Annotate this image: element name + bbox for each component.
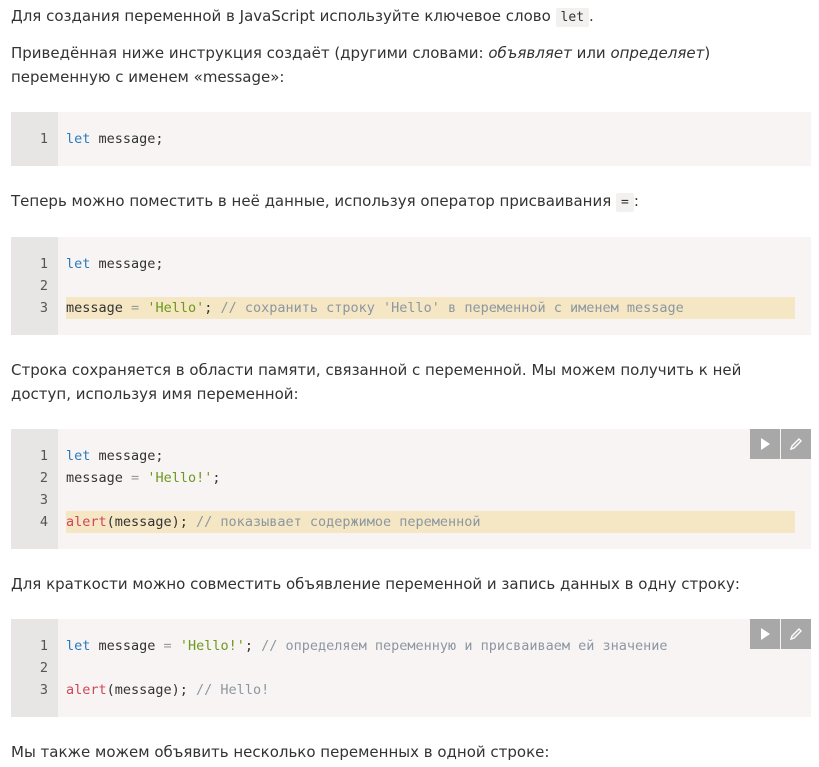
line-number: 2 [39,278,48,294]
inline-code-let: let [555,8,590,27]
code-source: let message = 'Hello!'; // определяем пе… [66,635,795,657]
paragraph-text: Для создания переменной в JavaScript исп… [11,7,551,25]
paragraph-text: Теперь можно поместить в неё данные, исп… [11,192,612,210]
code-source: message = 'Hello!'; [66,467,795,489]
code-token: message; [90,131,164,147]
code-token: alert [66,682,107,698]
line-number: 3 [39,492,48,508]
code-token: = [131,300,140,316]
code-block: 1 let message; 2 3 message = 'Hello'; // со… [11,237,811,335]
code-line: 2 [11,275,795,297]
code-line: 4 alert(message); // показывает содержимо… [11,511,795,533]
code-token: 'Hello!' [179,638,245,654]
code-line: 1 let message; [11,445,795,467]
paragraph-assignment: Теперь можно поместить в неё данные, исп… [11,189,801,215]
code-token: let [66,131,91,147]
paragraph-text: Строка сохраняется в области памяти, свя… [11,361,742,403]
code-token: let [66,638,91,654]
code-line: 3 alert(message); // Hello! [11,679,795,701]
code-block: 1 let message = 'Hello!'; // определяем п… [11,619,811,717]
paragraph-text: или [571,44,611,62]
code-token: ; [244,638,262,654]
code-block: 1 let message; 2 message = 'Hello!'; 3 4 aler… [11,429,811,549]
code-token: message [90,638,164,654]
code-token: message [66,300,132,316]
paragraph-memory: Строка сохраняется в области памяти, свя… [11,358,801,406]
code-token: (message); [106,514,197,530]
paragraph-declaration: Приведённая ниже инструкция создаёт (дру… [11,41,801,89]
code-token: ; [212,470,221,486]
code-line: 2 [11,657,795,679]
paragraph-intro: Для создания переменной в JavaScript исп… [11,4,801,30]
line-number: 3 [39,682,48,698]
paragraph-end: : [633,192,639,210]
code-token: // определяем переменную и присваиваем е… [261,638,668,654]
code-source [66,657,795,679]
code-line: 1 let message; [11,128,795,150]
code-token: let [66,448,91,464]
code-token: message [66,470,132,486]
code-token: // показывает содержимое переменной [196,514,481,530]
code-source: alert(message); // Hello! [66,679,795,701]
line-number: 4 [39,514,48,530]
code-line: 1 let message; [11,253,795,275]
paragraph-multiple: Мы также можем объявить несколько переме… [11,740,801,764]
emphasis-term: определяет [610,44,705,62]
code-source: message = 'Hello'; // сохранить строку '… [66,297,795,319]
line-number: 1 [39,448,48,464]
inline-code-assign: = [616,193,634,212]
code-token: ; [204,300,221,316]
paragraph-combined: Для краткости можно совместить объявлени… [11,572,801,596]
code-line: 3 message = 'Hello'; // сохранить строку … [11,297,795,319]
code-token: let [66,256,91,272]
paragraph-text: Мы также можем объявить несколько переме… [11,743,550,761]
code-token: 'Hello' [147,300,205,316]
code-source [66,275,795,297]
paragraph-text: Для краткости можно совместить объявлени… [11,575,740,593]
code-block: 1 let message; [11,112,811,166]
code-source: let message; [66,445,795,467]
code-source: let message; [66,128,795,150]
line-number: 2 [39,470,48,486]
code-token: message; [90,448,164,464]
code-line: 2 message = 'Hello!'; [11,467,795,489]
line-number: 2 [39,660,48,676]
code-line: 3 [11,489,795,511]
paragraph-text: Приведённая ниже инструкция создаёт (дру… [11,44,489,62]
line-number: 1 [39,638,48,654]
code-line: 1 let message = 'Hello!'; // определяем п… [11,635,795,657]
line-number: 1 [39,256,48,272]
emphasis-term: объявляет [488,44,572,62]
code-token: = [131,470,140,486]
code-source [66,489,795,511]
paragraph-end: . [589,7,594,25]
code-token: // Hello! [196,682,270,698]
line-number: 1 [39,131,48,147]
code-source: alert(message); // показывает содержимое… [66,511,795,533]
code-token: // сохранить строку 'Hello' в переменной… [220,300,684,316]
code-token: (message); [106,682,197,698]
code-token: = [163,638,172,654]
code-token: message; [90,256,164,272]
code-token: alert [66,514,107,530]
line-number: 3 [39,300,48,316]
code-token: 'Hello!' [147,470,213,486]
code-source: let message; [66,253,795,275]
